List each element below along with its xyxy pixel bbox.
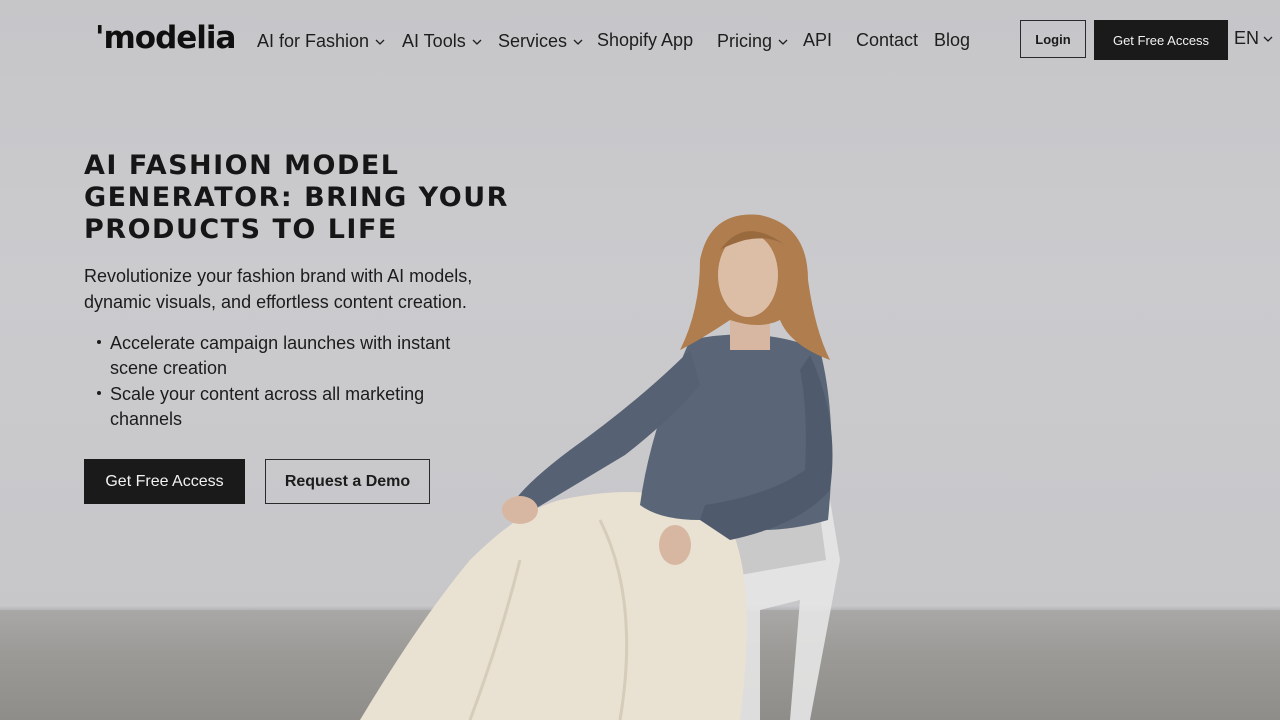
- nav-ai-for-fashion-label: AI for Fashion: [257, 31, 370, 51]
- chevron-down-icon: [375, 39, 385, 45]
- get-free-access-nav-button[interactable]: Get Free Access: [1094, 20, 1228, 60]
- nav-ai-tools[interactable]: AI Tools: [402, 31, 482, 52]
- nav-pricing[interactable]: Pricing: [717, 31, 788, 52]
- nav-shopify-app[interactable]: Shopify App: [597, 30, 693, 51]
- hero-bullet-list: Accelerate campaign launches with instan…: [96, 331, 496, 433]
- nav-shopify-app-label: Shopify App: [597, 30, 694, 50]
- login-button[interactable]: Login: [1020, 20, 1086, 58]
- nav-pricing-label: Pricing: [717, 31, 773, 51]
- hero-subtitle: Revolutionize your fashion brand with AI…: [84, 266, 473, 312]
- chevron-down-icon: [1263, 36, 1273, 42]
- language-selector[interactable]: EN: [1234, 28, 1273, 49]
- nav-contact-label: Contact: [856, 30, 919, 50]
- nav-services[interactable]: Services: [498, 31, 583, 52]
- hero-bullet-item: Accelerate campaign launches with instan…: [96, 331, 496, 381]
- hero-bullet-item: Scale your content across all marketing …: [96, 382, 496, 432]
- chevron-down-icon: [472, 39, 482, 45]
- hero-title: AI Fashion Model Generator: Bring Your P…: [84, 150, 509, 245]
- language-label: EN: [1234, 28, 1260, 48]
- nav-api[interactable]: API: [803, 30, 832, 51]
- nav-ai-for-fashion[interactable]: AI for Fashion: [257, 31, 385, 52]
- nav-blog-label: Blog: [934, 30, 971, 50]
- nav-ai-tools-label: AI Tools: [402, 31, 466, 51]
- nav-blog[interactable]: Blog: [934, 30, 970, 51]
- nav-contact[interactable]: Contact: [856, 30, 918, 51]
- get-free-access-button[interactable]: Get Free Access: [84, 459, 245, 504]
- chevron-down-icon: [573, 39, 583, 45]
- nav-services-label: Services: [498, 31, 568, 51]
- nav-api-label: API: [803, 30, 833, 50]
- top-navigation: 'modelia AI for Fashion AI Tools Service…: [0, 0, 1280, 80]
- request-demo-button[interactable]: Request a Demo: [265, 459, 430, 504]
- brand-logo[interactable]: 'modelia: [95, 20, 236, 56]
- chevron-down-icon: [778, 39, 788, 45]
